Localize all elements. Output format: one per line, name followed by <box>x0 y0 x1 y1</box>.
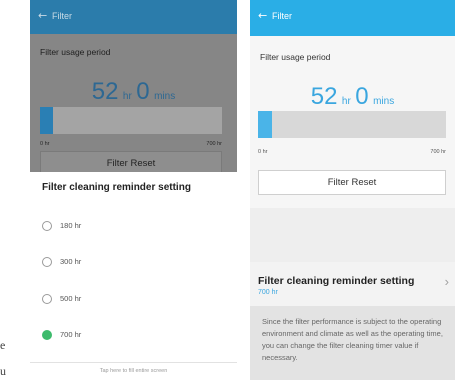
option-700-hr[interactable]: 700 hr <box>30 324 237 346</box>
usage-minutes: 0 <box>355 83 369 110</box>
page-text-fragment: e <box>0 338 6 352</box>
reminder-setting-value: 700 hr <box>258 289 278 296</box>
description-panel: Since the filter performance is subject … <box>250 306 455 380</box>
app-header: ← Filter <box>30 0 237 34</box>
usage-minutes-unit: mins <box>154 91 176 102</box>
usage-progress-fill <box>40 107 54 134</box>
dialog-title: Filter cleaning reminder setting <box>42 182 191 193</box>
reminder-setting-row[interactable]: Filter cleaning reminder setting 700 hr … <box>250 262 455 306</box>
dialog-divider <box>30 362 237 363</box>
option-label: 180 hr <box>60 221 82 230</box>
usage-progress-bar <box>40 107 222 134</box>
usage-progress-fill <box>258 111 272 138</box>
radio-icon[interactable] <box>42 330 52 340</box>
usage-value: 52 hr 0 mins <box>250 83 455 111</box>
progress-max-label: 700 hr <box>430 149 446 155</box>
arrow-left-icon[interactable]: ← <box>258 9 267 22</box>
usage-hours-unit: hr <box>341 96 351 107</box>
page-text-fragment: u <box>0 364 6 378</box>
usage-hours: 52 <box>91 78 119 105</box>
header-title: Filter <box>52 11 72 21</box>
arrow-left-icon[interactable]: ← <box>38 9 47 22</box>
radio-icon[interactable] <box>42 221 52 231</box>
progress-min-label: 0 hr <box>258 149 268 155</box>
dialog-footer-hint[interactable]: Tap here to fill entire screen <box>30 368 237 374</box>
usage-value: 52 hr 0 mins <box>30 78 237 106</box>
filter-reset-button[interactable]: Filter Reset <box>258 170 446 195</box>
option-180-hr[interactable]: 180 hr <box>30 215 237 237</box>
app-header: ← Filter <box>250 0 455 36</box>
option-500-hr[interactable]: 500 hr <box>30 288 237 310</box>
option-label: 300 hr <box>60 257 82 266</box>
usage-minutes-unit: mins <box>373 96 395 107</box>
reminder-setting-dialog: Filter cleaning reminder setting 180 hr … <box>30 172 237 380</box>
usage-period-label: Filter usage period <box>40 47 111 57</box>
radio-icon[interactable] <box>42 257 52 267</box>
reminder-setting-title: Filter cleaning reminder setting <box>258 275 415 287</box>
header-title: Filter <box>272 11 292 21</box>
usage-hours-unit: hr <box>122 91 132 102</box>
option-300-hr[interactable]: 300 hr <box>30 251 237 273</box>
usage-period-label: Filter usage period <box>260 52 331 62</box>
radio-icon[interactable] <box>42 294 52 304</box>
option-label: 700 hr <box>60 330 82 339</box>
usage-progress-bar <box>258 111 446 138</box>
chevron-right-icon: › <box>444 274 449 289</box>
description-text: Since the filter performance is subject … <box>262 317 443 362</box>
usage-minutes: 0 <box>136 78 150 105</box>
usage-hours: 52 <box>310 83 338 110</box>
phone-screen-dialog: ← Filter Filter usage period 52 hr 0 min… <box>30 0 237 380</box>
phone-screen-filter: ← Filter Filter usage period 52 hr 0 min… <box>250 0 455 380</box>
option-label: 500 hr <box>60 294 82 303</box>
progress-max-label: 700 hr <box>206 141 222 147</box>
progress-min-label: 0 hr <box>40 141 50 147</box>
